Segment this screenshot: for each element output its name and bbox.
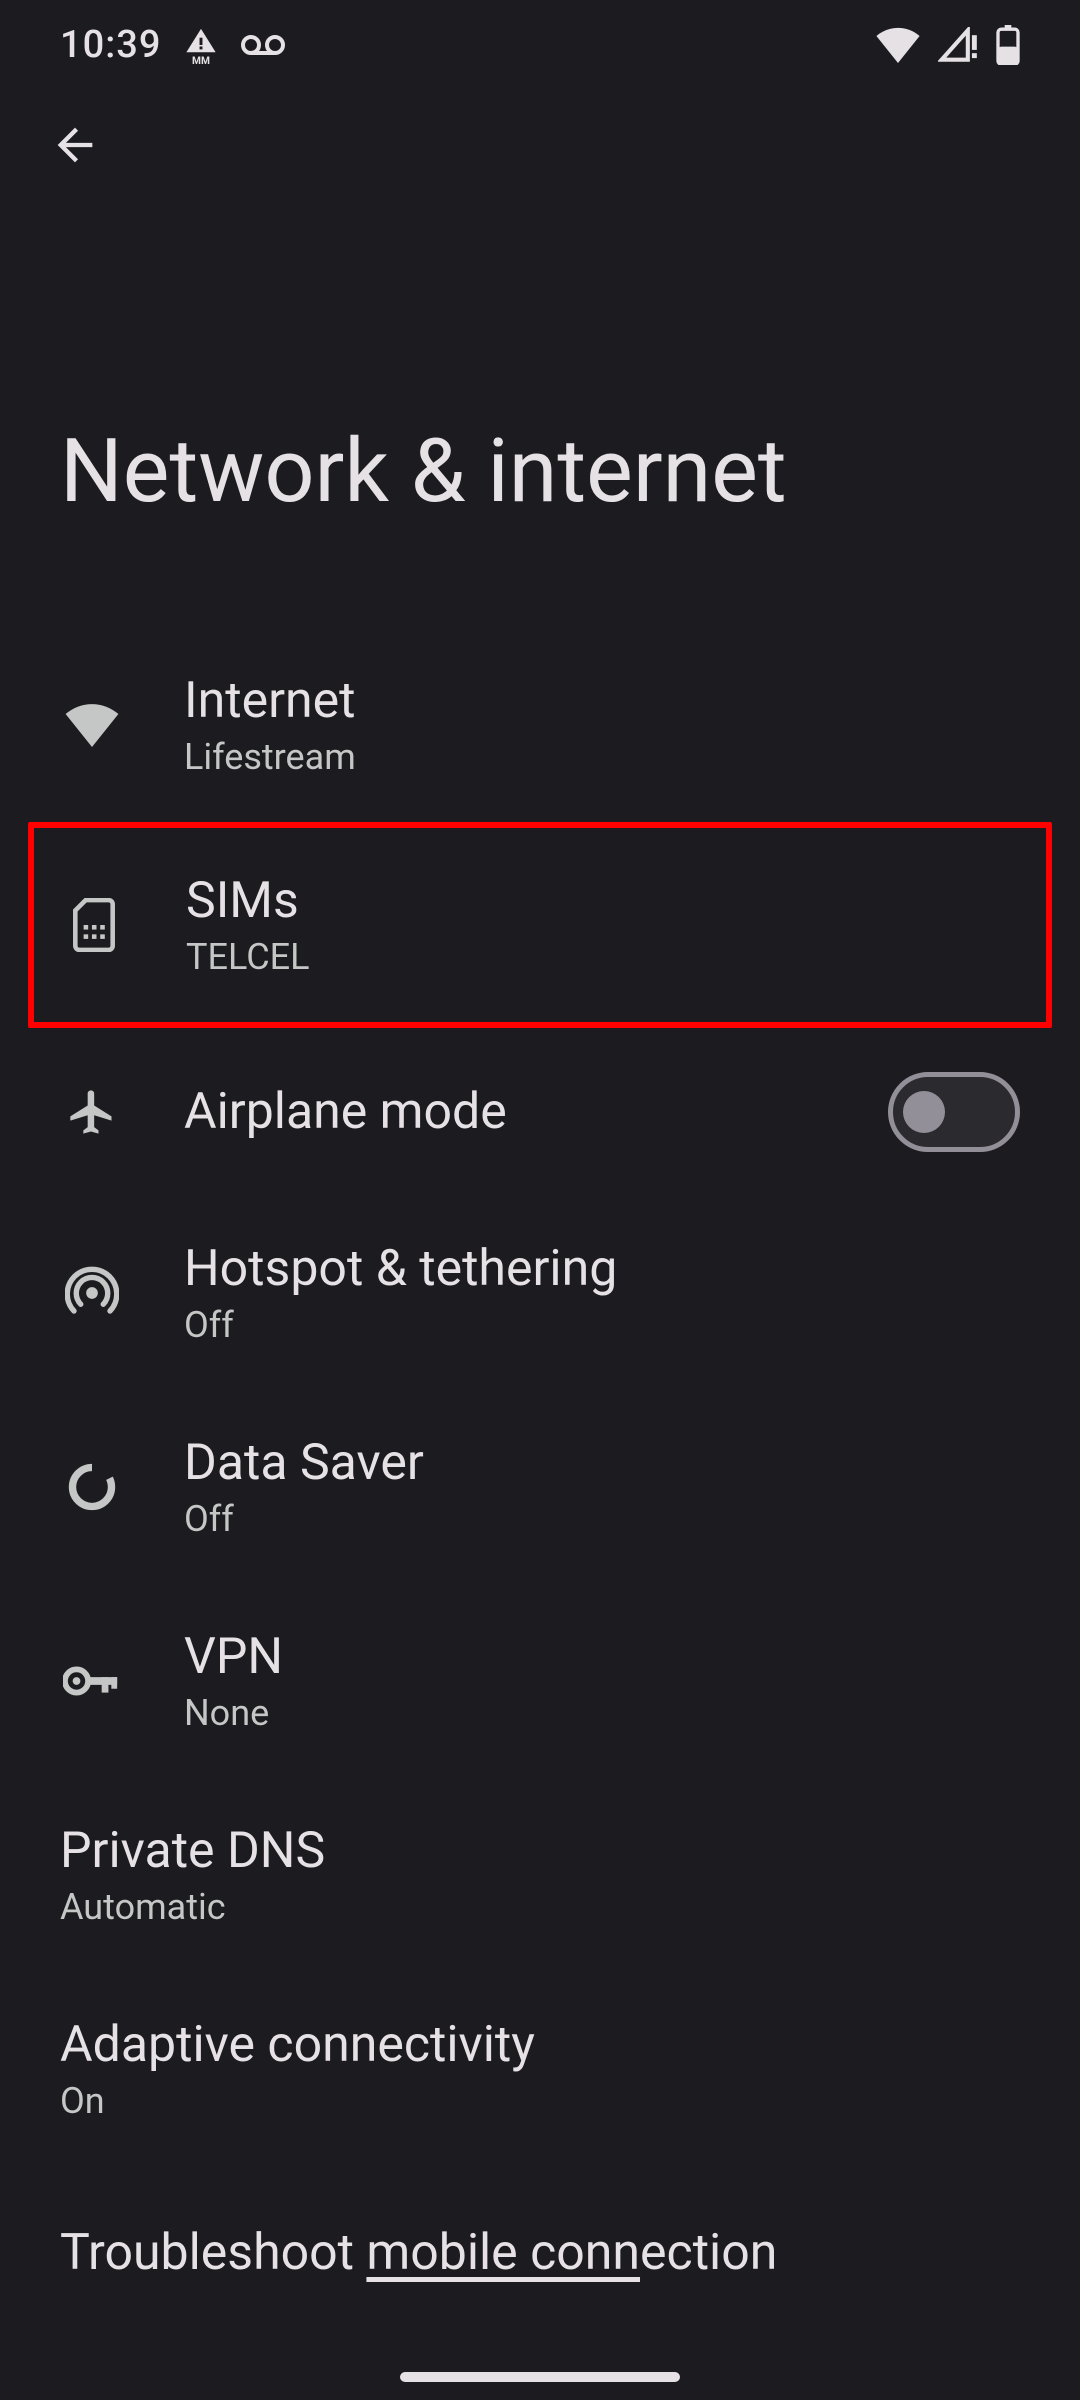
wifi-icon — [60, 703, 124, 747]
app-bar — [0, 90, 1080, 180]
row-adaptive-title: Adaptive connectivity — [60, 2016, 1020, 2074]
row-vpn-sub: None — [184, 1692, 1020, 1734]
row-internet-sub: Lifestream — [184, 736, 1020, 778]
row-hotspot[interactable]: Hotspot & tethering Off — [0, 1196, 1080, 1390]
battery-icon — [996, 25, 1020, 65]
status-left: 10:39 MM — [60, 23, 285, 67]
wifi-status-icon — [876, 27, 920, 63]
row-sims[interactable]: SIMs TELCEL — [28, 822, 1052, 1028]
hotspot-icon — [60, 1266, 124, 1320]
vpn-key-icon — [60, 1665, 124, 1697]
voicemail-icon — [241, 33, 285, 57]
data-saver-icon — [60, 1461, 124, 1513]
ts-mid: mobile conn — [366, 2224, 640, 2282]
row-private-dns-sub: Automatic — [60, 1886, 1020, 1928]
ts-post: ection — [640, 2224, 777, 2282]
row-troubleshoot[interactable]: Troubleshoot mobile connection — [0, 2166, 1080, 2306]
row-airplane-title: Airplane mode — [184, 1083, 868, 1141]
warning-triangle-icon: MM — [183, 26, 219, 64]
row-vpn-title: VPN — [184, 1628, 1020, 1686]
airplane-icon — [60, 1086, 124, 1138]
row-hotspot-sub: Off — [184, 1304, 1020, 1346]
row-airplane[interactable]: Airplane mode — [0, 1028, 1080, 1196]
row-adaptive[interactable]: Adaptive connectivity On — [0, 1972, 1080, 2166]
svg-text:MM: MM — [192, 56, 210, 64]
row-private-dns[interactable]: Private DNS Automatic — [0, 1778, 1080, 1972]
row-hotspot-title: Hotspot & tethering — [184, 1240, 1020, 1298]
ts-pre: Troubleshoot — [60, 2224, 366, 2282]
row-data-saver-sub: Off — [184, 1498, 1020, 1540]
back-button[interactable] — [40, 110, 110, 180]
row-vpn[interactable]: VPN None — [0, 1584, 1080, 1778]
row-sims-title: SIMs — [186, 872, 1018, 930]
row-troubleshoot-title: Troubleshoot mobile connection — [60, 2224, 1020, 2282]
page-title: Network & internet — [0, 180, 1080, 618]
row-adaptive-sub: On — [60, 2080, 1020, 2122]
row-sims-sub: TELCEL — [186, 936, 1018, 978]
no-signal-warn-icon — [938, 27, 978, 63]
status-time: 10:39 — [60, 23, 161, 67]
row-internet-title: Internet — [184, 672, 1020, 730]
row-private-dns-title: Private DNS — [60, 1822, 1020, 1880]
sim-icon — [62, 898, 126, 952]
row-data-saver[interactable]: Data Saver Off — [0, 1390, 1080, 1584]
status-bar: 10:39 MM — [0, 0, 1080, 90]
airplane-mode-switch[interactable] — [888, 1072, 1020, 1152]
home-indicator[interactable] — [400, 2372, 680, 2382]
settings-list: Internet Lifestream SIMs TELCEL — [0, 618, 1080, 2306]
row-data-saver-title: Data Saver — [184, 1434, 1020, 1492]
back-arrow-icon — [49, 119, 101, 171]
status-right — [876, 25, 1020, 65]
row-internet[interactable]: Internet Lifestream — [0, 628, 1080, 822]
switch-knob — [903, 1091, 945, 1133]
